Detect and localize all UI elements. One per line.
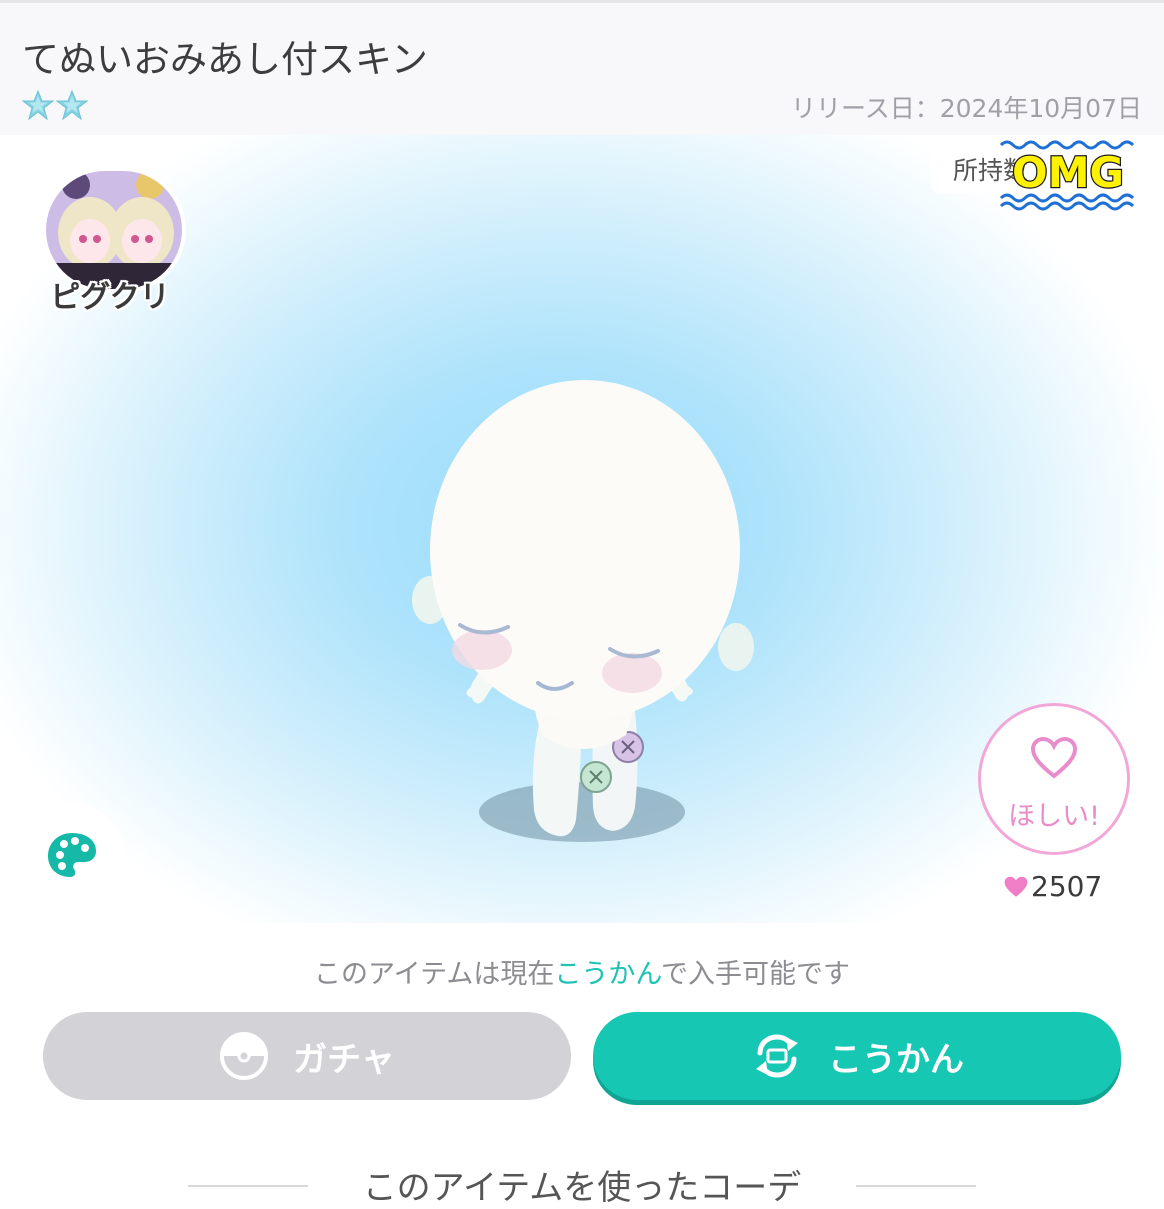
creator-badge[interactable]: ピグクリ [40, 165, 186, 315]
exchange-button[interactable]: こうかん [593, 1012, 1121, 1100]
gacha-capsule-icon [220, 1032, 269, 1080]
section-heading: このアイテムを使ったコーデ [362, 1168, 802, 1208]
heart-icon [1004, 876, 1028, 897]
omg-sticker: OMG [999, 140, 1135, 211]
want-button[interactable]: ほしい! [978, 703, 1130, 855]
gacha-button[interactable]: ガチャ [43, 1012, 571, 1100]
availability-text: このアイテムは現在こうかんで入手可能です [0, 952, 1164, 991]
avatar-preview [412, 380, 754, 842]
availability-prefix: このアイテムは現在 [314, 959, 555, 990]
release-date: リリース日：2024年10月07日 [791, 94, 1142, 123]
item-preview-stage: ピグクリ 所持数 OMG ほしい! 2507 [0, 135, 1164, 923]
star-icon [56, 89, 88, 121]
exchange-icon [756, 1034, 798, 1078]
exchange-label: こうかん [828, 1039, 964, 1080]
heart-outline-icon [1030, 736, 1078, 779]
star-icon [22, 89, 54, 121]
section-divider [856, 1185, 976, 1187]
creator-name: ピグクリ [50, 280, 170, 315]
omg-text: OMG [1012, 148, 1124, 197]
item-title: てぬいおみあし付スキン [22, 38, 428, 81]
like-count: 2507 [1003, 870, 1102, 903]
availability-highlight: こうかん [554, 959, 661, 990]
rarity-stars [22, 89, 88, 121]
item-header: てぬいおみあし付スキン リリース日：2024年10月07日 [0, 3, 1164, 135]
availability-suffix: で入手可能です [660, 959, 850, 990]
color-palette-button[interactable] [20, 803, 124, 907]
palette-icon [48, 833, 96, 877]
gacha-label: ガチャ [293, 1039, 395, 1080]
like-count-value: 2507 [1031, 870, 1103, 903]
want-label: ほしい! [1008, 801, 1100, 832]
